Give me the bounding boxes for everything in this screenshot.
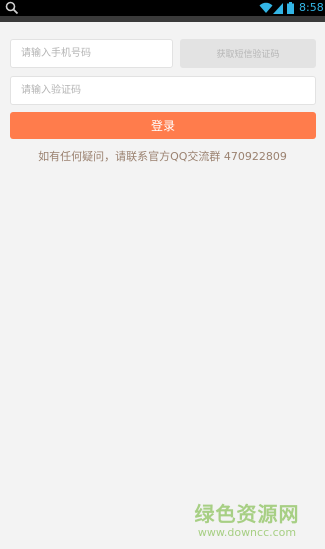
phone-number-input[interactable] — [10, 39, 173, 68]
status-time: 8:58 — [299, 1, 324, 14]
login-button[interactable]: 登录 — [10, 112, 316, 139]
title-bar — [0, 16, 325, 22]
search-icon[interactable] — [5, 1, 19, 15]
help-text: 如有任何疑问，请联系官方QQ交流群 470922809 — [38, 150, 287, 163]
watermark-url: www.downcc.com — [197, 526, 297, 539]
watermark: 绿色资源网 www.downcc.com — [191, 502, 303, 539]
get-sms-code-button[interactable]: 获取短信验证码 — [180, 39, 316, 68]
wifi-icon — [259, 2, 273, 13]
signal-icon — [273, 3, 283, 14]
status-bar: 8:58 — [0, 0, 325, 16]
watermark-title: 绿色资源网 — [194, 502, 300, 526]
battery-icon — [287, 2, 294, 14]
verification-code-input[interactable] — [10, 76, 316, 105]
